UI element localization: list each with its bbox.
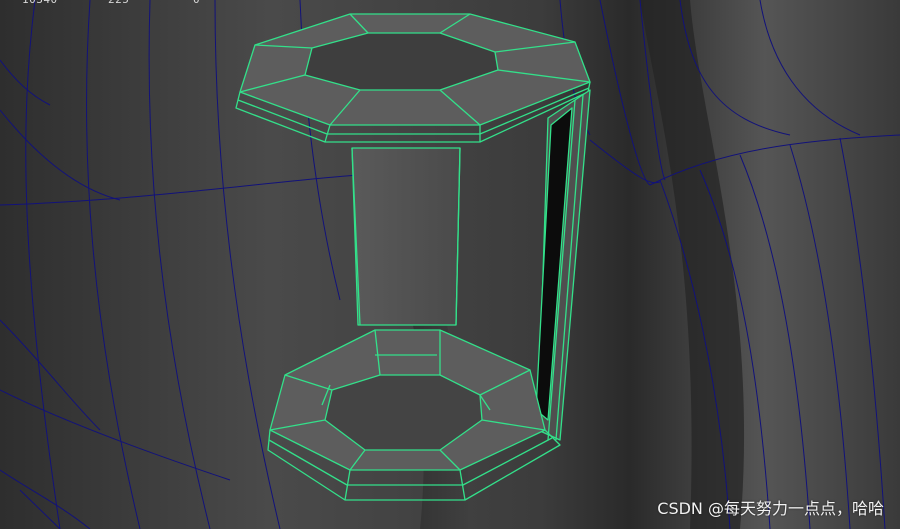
poly-count-stat: 10340 xyxy=(22,0,58,6)
selection-count-stat: 0 xyxy=(193,0,200,6)
viewport-scene[interactable] xyxy=(0,0,900,529)
edge-count-stat: 225 xyxy=(108,0,129,6)
maya-viewport[interactable]: 10340 225 0 CSDN @每天努力一点点，哈哈 xyxy=(0,0,900,529)
center-stem xyxy=(351,147,461,326)
csdn-watermark: CSDN @每天努力一点点，哈哈 xyxy=(657,499,884,518)
